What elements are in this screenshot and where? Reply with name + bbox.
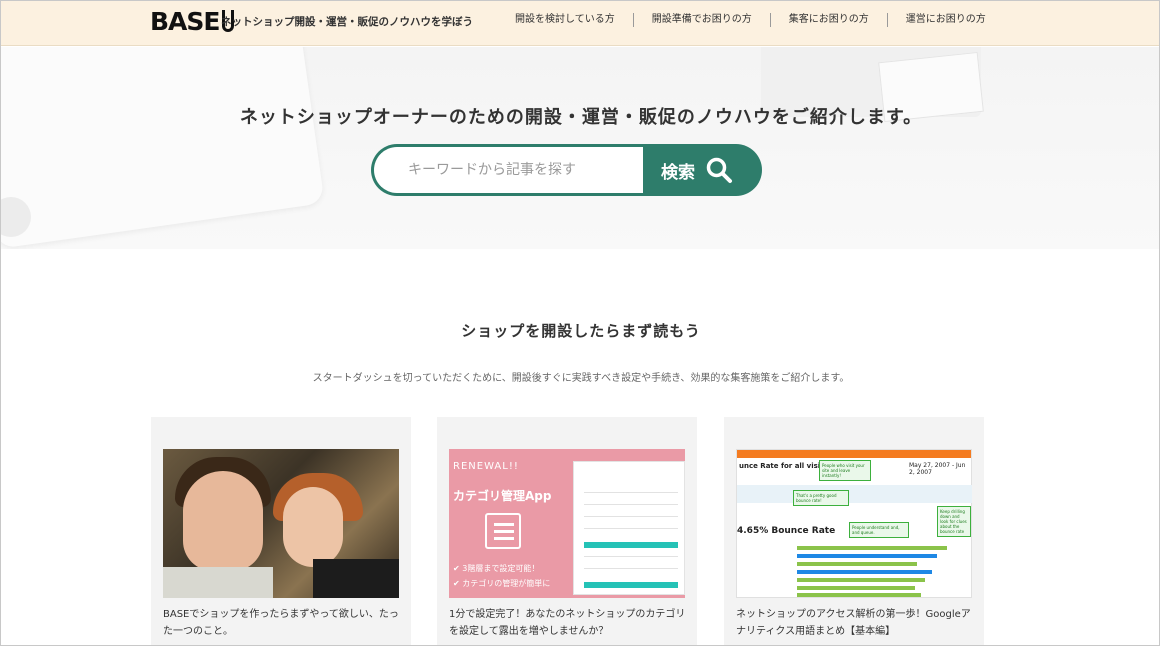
- list-icon: [485, 513, 521, 549]
- logo-text: BASE: [150, 7, 220, 36]
- hero-title: ネットショップオーナーのための開設・運営・販促のノウハウをご紹介します。: [239, 107, 923, 128]
- article-thumbnail-1: [163, 449, 399, 598]
- photo-face-1: [183, 471, 263, 571]
- search-icon: [706, 157, 732, 183]
- site-tagline: ネットショップ開設・運営・販促のノウハウを学ぼう: [221, 16, 473, 28]
- section-title: ショップを開設したらまず読もう: [461, 322, 701, 340]
- article-thumbnail-3: unce Rate for all visitors May 27, 2007 …: [736, 449, 972, 598]
- article-card-1[interactable]: BASEでショップを作ったらまずやって欲しい、たった一つのこと。: [151, 417, 411, 645]
- search-form: 検索: [371, 144, 762, 196]
- analytics-date-range: May 27, 2007 - Jun 2, 2007: [909, 462, 966, 476]
- analytics-line-chart: [737, 485, 972, 503]
- category-app-points: ✔ 3階層まで設定可能！ ✔ カテゴリの管理が簡単に: [453, 561, 550, 591]
- search-button[interactable]: 検索: [643, 144, 762, 196]
- article-title-2: 1分で設定完了！あなたのネットショップのカテゴリを設定して露出を増やしませんか？: [449, 609, 686, 637]
- nav-item-considering[interactable]: 開設を検討している方: [497, 13, 633, 27]
- hero-section: ネットショップオーナーのための開設・運営・販促のノウハウをご紹介します。 検索: [1, 47, 1159, 249]
- category-app-point-1: ✔ 3階層まで設定可能！: [453, 564, 540, 573]
- article-thumbnail-2: RENEWAL!! カテゴリ管理App ✔ 3階層まで設定可能！ ✔ カテゴリの…: [449, 449, 685, 598]
- article-title-3: ネットショップのアクセス解析の第一歩！Googleアナリティクス用語まとめ【基本…: [736, 609, 971, 637]
- analytics-note-3: People understand and, and queue.: [849, 522, 909, 538]
- analytics-screenshot-image: unce Rate for all visitors May 27, 2007 …: [736, 449, 972, 598]
- search-input[interactable]: [371, 144, 651, 196]
- section-description: スタートダッシュを切っていただくために、開設後すぐに実践すべき設定や手続き、効果…: [312, 373, 850, 384]
- renewal-badge: RENEWAL!!: [453, 461, 519, 472]
- hero-background-laptop: [1, 47, 325, 249]
- analytics-note-1: People who visit your site and leave ins…: [819, 460, 871, 481]
- category-app-name: カテゴリ管理App: [453, 489, 552, 503]
- couple-photo-image: [163, 449, 399, 598]
- page-frame: BASE ネットショップ開設・運営・販促のノウハウを学ぼう 開設を検討している方…: [0, 0, 1160, 646]
- analytics-note-2: That's a pretty good bounce rate!: [793, 490, 849, 506]
- category-app-point-2: ✔ カテゴリの管理が簡単に: [453, 579, 551, 588]
- nav-item-marketing[interactable]: 集客にお困りの方: [769, 13, 887, 27]
- analytics-top-bar: [737, 450, 971, 458]
- analytics-note-4: Keep drilling down and look for clues ab…: [937, 506, 971, 537]
- header-nav: 開設を検討している方 開設準備でお困りの方 集客にお困りの方 運営にお困りの方: [497, 13, 1004, 27]
- article-title-1: BASEでショップを作ったらまずやって欲しい、たった一つのこと。: [163, 609, 399, 637]
- nav-item-preparing[interactable]: 開設準備でお困りの方: [632, 13, 770, 27]
- photo-shirt-2: [313, 559, 399, 598]
- article-card-3[interactable]: unce Rate for all visitors May 27, 2007 …: [724, 417, 984, 645]
- nav-item-operations[interactable]: 運営にお困りの方: [886, 13, 1004, 27]
- photo-shirt-1: [163, 567, 273, 598]
- article-card-2[interactable]: RENEWAL!! カテゴリ管理App ✔ 3階層まで設定可能！ ✔ カテゴリの…: [437, 417, 697, 645]
- analytics-bounce-rate: 4.65% Bounce Rate: [737, 526, 836, 536]
- site-header: BASE ネットショップ開設・運営・販促のノウハウを学ぼう 開設を検討している方…: [1, 1, 1159, 46]
- photo-face-2: [283, 487, 343, 567]
- category-app-image: RENEWAL!! カテゴリ管理App ✔ 3階層まで設定可能！ ✔ カテゴリの…: [449, 449, 685, 598]
- search-button-label: 検索: [661, 162, 695, 183]
- category-settings-panel: [573, 461, 685, 595]
